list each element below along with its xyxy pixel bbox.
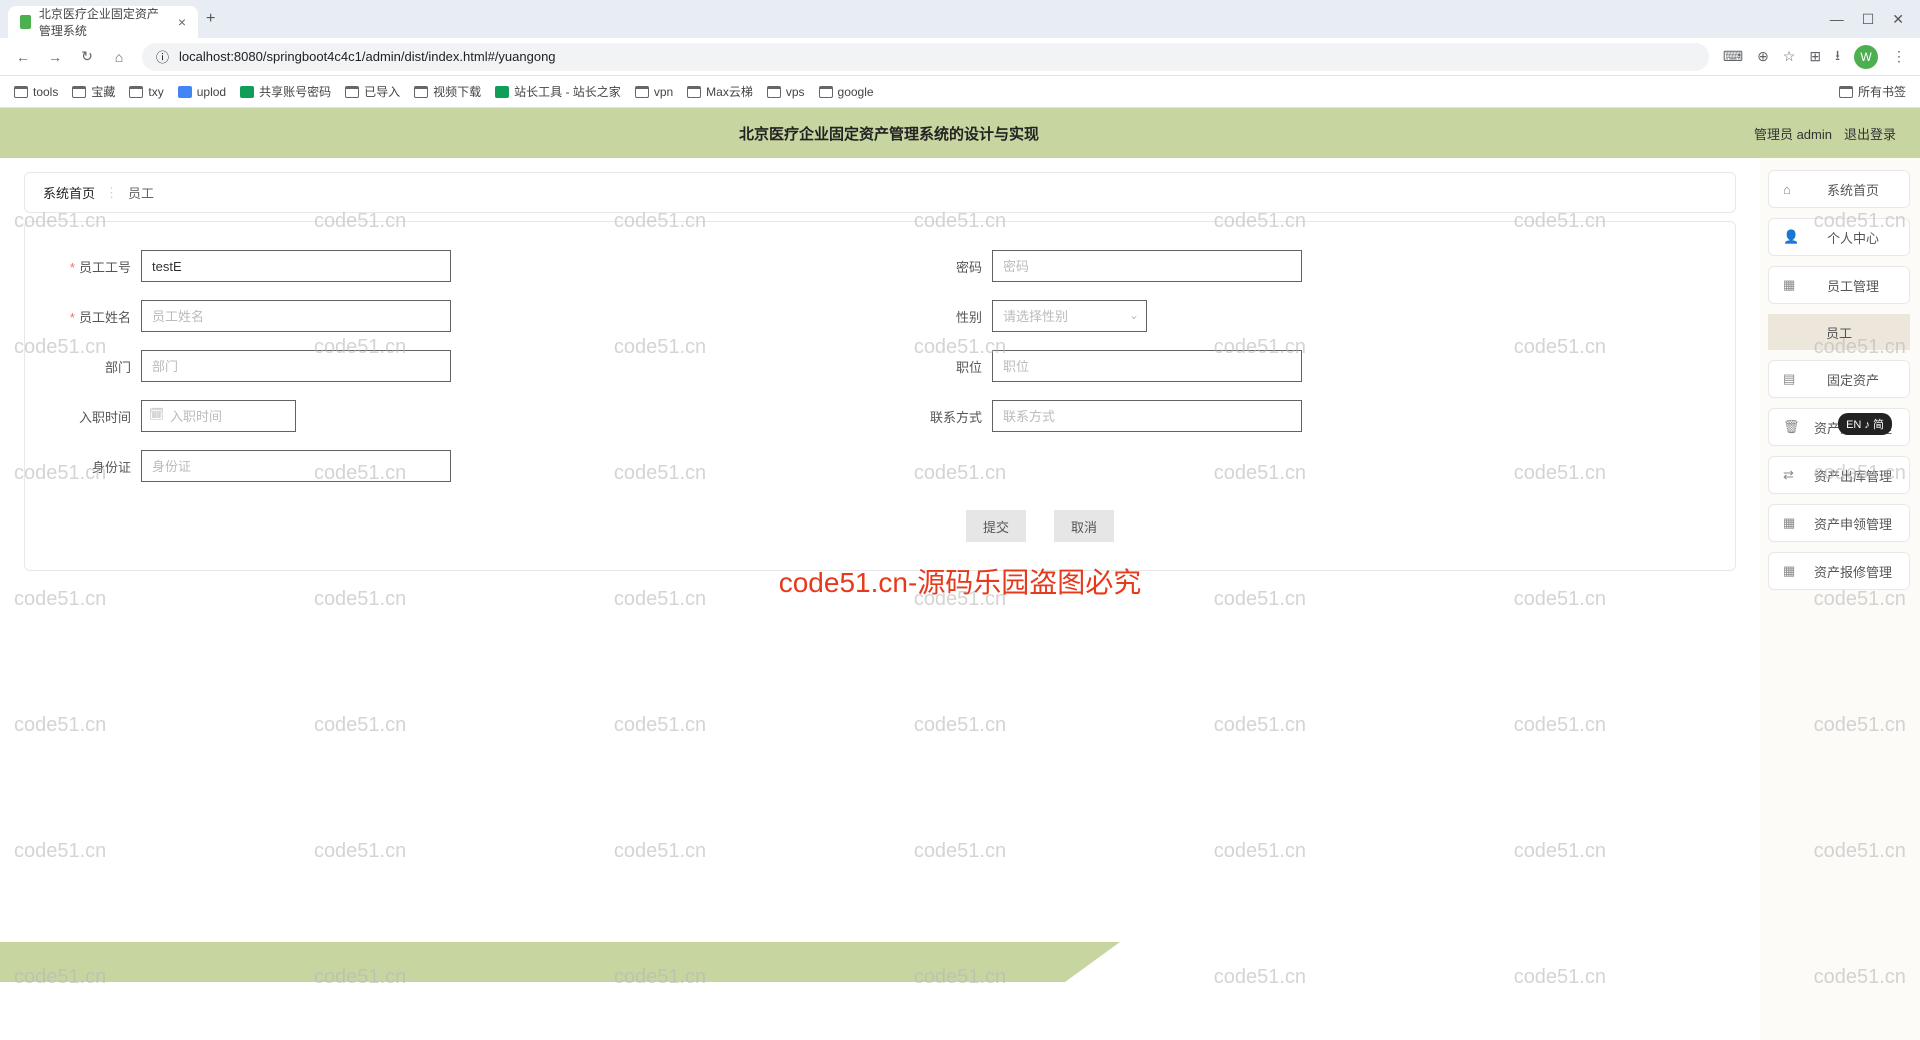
bookmark-item[interactable]: 站长工具 - 站长之家 [495, 83, 621, 100]
url-bar[interactable]: ⓘ localhost:8080/springboot4c4c1/admin/d… [142, 43, 1709, 71]
inbox-icon: 🗑 [1783, 419, 1799, 435]
payment-icon[interactable]: ⌨ [1723, 48, 1743, 65]
bookmark-item[interactable]: 宝藏 [72, 83, 115, 100]
label-department: 部门 [49, 357, 141, 376]
forward-icon[interactable]: → [46, 49, 64, 65]
download-icon[interactable]: ⭳ [1835, 45, 1840, 69]
hire-date-input[interactable] [141, 400, 296, 432]
menu-icon[interactable]: ⋮ [1892, 48, 1906, 65]
nav-asset-request[interactable]: ▦资产申领管理 [1768, 504, 1910, 542]
label-position: 职位 [900, 357, 992, 376]
chevron-down-icon: ⌄ [1129, 308, 1139, 322]
id-card-input[interactable] [141, 450, 451, 482]
tab-favicon [20, 15, 31, 29]
bookmark-item[interactable]: vps [767, 85, 805, 99]
label-employee-name: 员工姓名 [49, 307, 141, 326]
cancel-button[interactable]: 取消 [1054, 510, 1114, 542]
position-input[interactable] [992, 350, 1302, 382]
close-icon[interactable]: × [178, 14, 186, 30]
label-gender: 性别 [900, 307, 992, 326]
logout-link[interactable]: 退出登录 [1844, 124, 1896, 143]
browser-toolbar: ← → ↻ ⌂ ⓘ localhost:8080/springboot4c4c1… [0, 38, 1920, 76]
watermark-notice: code51.cn-源码乐园盗图必究 [779, 561, 1142, 601]
contact-input[interactable] [992, 400, 1302, 432]
calendar-icon: 🗓 [149, 407, 164, 421]
nav-employee-sub[interactable]: 员工 [1768, 314, 1910, 350]
new-tab-button[interactable]: + [206, 10, 215, 28]
extensions-icon[interactable]: ⊞ [1809, 48, 1821, 65]
maximize-icon[interactable]: ☐ [1862, 11, 1875, 28]
star-icon[interactable]: ☆ [1783, 48, 1796, 65]
bookmark-item[interactable]: txy [129, 85, 163, 99]
breadcrumb-home[interactable]: 系统首页 [43, 183, 95, 202]
ime-indicator: EN ♪ 简 [1838, 413, 1892, 435]
user-icon: 👤 [1783, 229, 1799, 245]
bookmark-item[interactable]: google [819, 85, 874, 99]
employee-name-input[interactable] [141, 300, 451, 332]
chevron-right-icon: ⋮ [105, 185, 118, 201]
page-title: 北京医疗企业固定资产管理系统的设计与实现 [24, 123, 1754, 144]
bookmark-item[interactable]: 视频下载 [414, 83, 481, 100]
label-password: 密码 [900, 257, 992, 276]
password-input[interactable] [992, 250, 1302, 282]
breadcrumb: 系统首页 ⋮ 员工 [24, 172, 1736, 213]
all-bookmarks[interactable]: 所有书签 [1839, 83, 1906, 100]
grid-icon: ▦ [1783, 563, 1799, 579]
list-icon: ▤ [1783, 371, 1799, 387]
minimize-icon[interactable]: — [1830, 11, 1844, 28]
grid-icon: ▦ [1783, 515, 1799, 531]
profile-avatar[interactable]: W [1854, 45, 1878, 69]
nav-profile[interactable]: 👤个人中心 [1768, 218, 1910, 256]
user-label[interactable]: 管理员 admin [1754, 124, 1832, 143]
url-text: localhost:8080/springboot4c4c1/admin/dis… [179, 49, 556, 64]
grid-icon: ▦ [1783, 277, 1799, 293]
home-icon: ⌂ [1783, 182, 1799, 197]
department-input[interactable] [141, 350, 451, 382]
bookmark-item[interactable]: vpn [635, 85, 673, 99]
footer-decoration [0, 942, 1120, 982]
nav-employee-mgmt[interactable]: ▦员工管理 [1768, 266, 1910, 304]
reload-icon[interactable]: ↻ [78, 48, 96, 65]
translate-icon[interactable]: ⊕ [1757, 48, 1769, 65]
swap-icon: ⇄ [1783, 467, 1799, 483]
bookmark-item[interactable]: 共享账号密码 [240, 83, 331, 100]
breadcrumb-current: 员工 [128, 183, 154, 202]
app-header: 北京医疗企业固定资产管理系统的设计与实现 管理员 admin 退出登录 [0, 108, 1920, 158]
side-navigation: ⌂系统首页 👤个人中心 ▦员工管理 员工 ▤固定资产 🗑资产入库管理 ⇄资产出库… [1760, 158, 1920, 1040]
site-info-icon[interactable]: ⓘ [156, 47, 169, 66]
bookmark-item[interactable]: uplod [178, 85, 226, 99]
bookmarks-bar: tools 宝藏 txy uplod 共享账号密码 已导入 视频下载 站长工具 … [0, 76, 1920, 108]
employee-id-input[interactable] [141, 250, 451, 282]
bookmark-item[interactable]: tools [14, 85, 58, 99]
bookmark-item[interactable]: 已导入 [345, 83, 400, 100]
browser-tab-strip: 北京医疗企业固定资产管理系统 × + — ☐ ✕ [0, 0, 1920, 38]
browser-tab[interactable]: 北京医疗企业固定资产管理系统 × [8, 6, 198, 38]
close-window-icon[interactable]: ✕ [1892, 11, 1904, 28]
submit-button[interactable]: 提交 [966, 510, 1026, 542]
gender-select[interactable] [992, 300, 1147, 332]
bookmark-item[interactable]: Max云梯 [687, 83, 753, 100]
nav-asset-repair[interactable]: ▦资产报修管理 [1768, 552, 1910, 590]
label-hire-date: 入职时间 [49, 407, 141, 426]
label-id-card: 身份证 [49, 457, 141, 476]
back-icon[interactable]: ← [14, 49, 32, 65]
nav-home[interactable]: ⌂系统首页 [1768, 170, 1910, 208]
nav-fixed-assets[interactable]: ▤固定资产 [1768, 360, 1910, 398]
home-icon[interactable]: ⌂ [110, 49, 128, 65]
label-employee-id: 员工工号 [49, 257, 141, 276]
tab-title: 北京医疗企业固定资产管理系统 [39, 5, 170, 39]
nav-asset-outbound[interactable]: ⇄资产出库管理 [1768, 456, 1910, 494]
employee-form: 员工工号 密码 员工姓名 性别 ⌄ [24, 221, 1736, 571]
label-contact: 联系方式 [900, 407, 992, 426]
